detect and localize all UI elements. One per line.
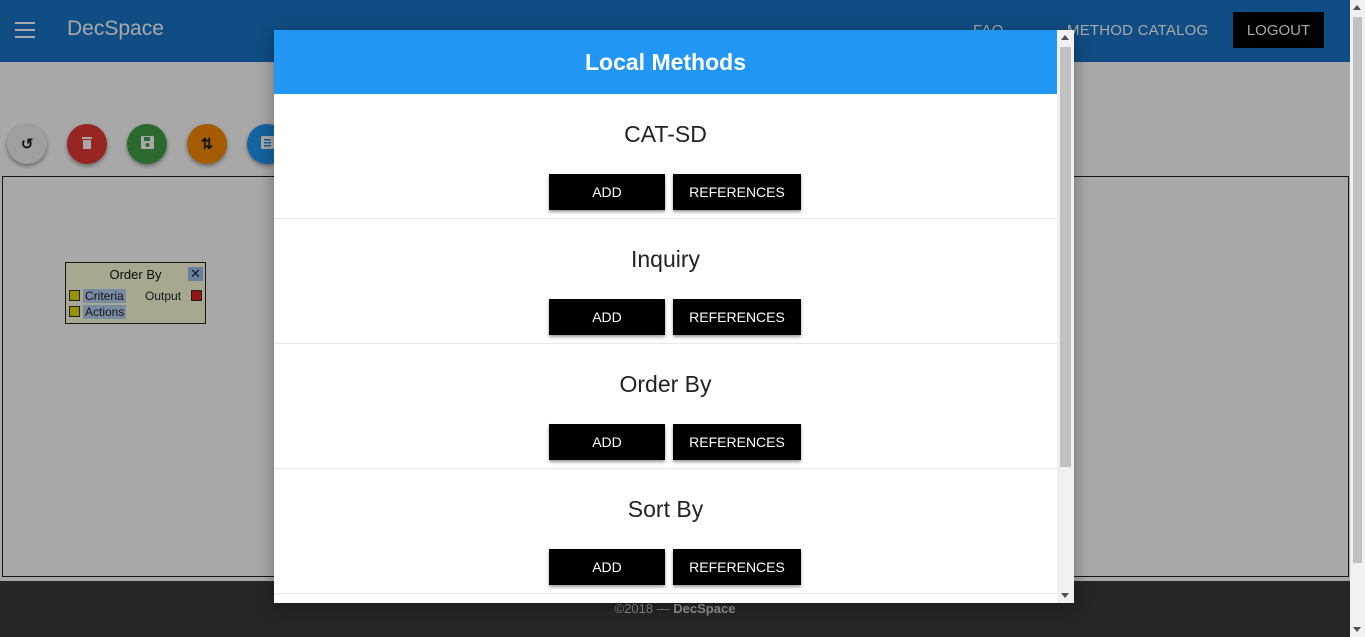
method-item: Order By ADD REFERENCES [274, 344, 1057, 469]
method-name: Order By [619, 371, 712, 397]
method-name: Inquiry [630, 246, 701, 272]
modal-title: Local Methods [274, 30, 1057, 94]
modal-scroll-thumb[interactable] [1060, 47, 1071, 467]
modal-body: CAT-SD ADD REFERENCES Inquiry ADD REFERE… [274, 94, 1057, 603]
add-sort-by-button[interactable]: ADD [549, 549, 665, 585]
modal-scrollbar[interactable] [1057, 30, 1074, 603]
scroll-down-icon[interactable] [1353, 627, 1361, 632]
method-item: Inquiry ADD REFERENCES [274, 219, 1057, 344]
method-item: CAT-SD ADD REFERENCES [274, 94, 1057, 219]
page-scrollbar[interactable] [1350, 0, 1365, 637]
scroll-up-icon[interactable] [1353, 5, 1361, 10]
local-methods-modal: Local Methods CAT-SD ADD REFERENCES Inqu… [274, 30, 1074, 603]
method-item: Sort By ADD REFERENCES [274, 469, 1057, 594]
modal-scroll-down-icon[interactable] [1061, 593, 1069, 598]
add-order-by-button[interactable]: ADD [549, 424, 665, 460]
references-order-by-button[interactable]: REFERENCES [673, 424, 801, 460]
method-name: CAT-SD [624, 121, 707, 147]
references-cat-sd-button[interactable]: REFERENCES [673, 174, 801, 210]
page-scroll-thumb[interactable] [1353, 17, 1362, 563]
references-sort-by-button[interactable]: REFERENCES [673, 549, 801, 585]
method-name: Sort By [627, 496, 704, 522]
add-cat-sd-button[interactable]: ADD [549, 174, 665, 210]
references-inquiry-button[interactable]: REFERENCES [673, 299, 801, 335]
modal-scroll-up-icon[interactable] [1061, 35, 1069, 40]
add-inquiry-button[interactable]: ADD [549, 299, 665, 335]
